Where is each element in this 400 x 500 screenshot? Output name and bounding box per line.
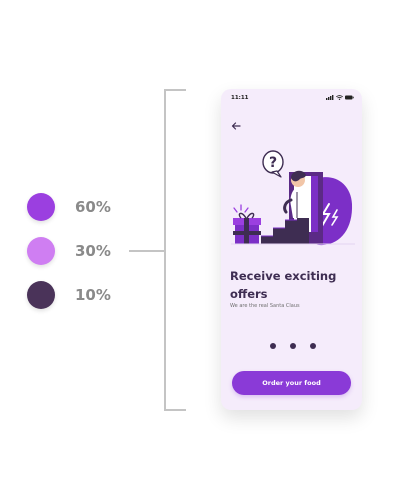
pager-dot-2[interactable] bbox=[290, 343, 296, 349]
bracket-horizontal-connector bbox=[129, 250, 164, 252]
pager-dot-1[interactable] bbox=[270, 343, 276, 349]
onboarding-title: Receive exciting offers bbox=[230, 269, 337, 301]
swatch-primary-percent: 60% bbox=[75, 198, 111, 216]
bracket-vertical-line bbox=[164, 89, 166, 411]
order-food-button[interactable]: Order your food bbox=[232, 371, 351, 395]
person-body bbox=[290, 185, 311, 218]
pager-dot-3[interactable] bbox=[310, 343, 316, 349]
swatch-tertiary bbox=[27, 281, 55, 309]
swatch-secondary bbox=[27, 237, 55, 265]
palette-row-tertiary: 10% bbox=[27, 281, 111, 309]
signal-icon bbox=[326, 95, 334, 100]
gift-ribbon-horizontal bbox=[233, 231, 261, 235]
onboarding-subtitle: We are the real Santa Claus bbox=[230, 303, 300, 309]
pager-dots bbox=[270, 343, 316, 349]
sparkle bbox=[233, 204, 249, 213]
swatch-primary bbox=[27, 193, 55, 221]
status-icons bbox=[326, 95, 354, 100]
door-panel bbox=[311, 176, 318, 232]
phone-mockup: 11:11 ? Receive exciting offers We are t… bbox=[221, 89, 362, 410]
onboarding-illustration: ? bbox=[231, 150, 355, 246]
wifi-icon bbox=[336, 95, 343, 100]
status-bar: 11:11 bbox=[221, 89, 362, 107]
back-arrow-icon[interactable] bbox=[230, 120, 242, 132]
design-canvas: 60% 30% 10% 11:11 ? Receive exciting off… bbox=[0, 0, 400, 500]
bracket-bottom-tick bbox=[164, 409, 186, 411]
swatch-tertiary-percent: 10% bbox=[75, 286, 111, 304]
swatch-secondary-percent: 30% bbox=[75, 242, 111, 260]
gift-bow bbox=[238, 212, 255, 219]
battery-icon bbox=[345, 95, 354, 100]
palette-row-secondary: 30% bbox=[27, 237, 111, 265]
bracket-top-tick bbox=[164, 89, 186, 91]
question-bubble-tail bbox=[271, 170, 282, 178]
palette-row-primary: 60% bbox=[27, 193, 111, 221]
status-time: 11:11 bbox=[231, 95, 249, 101]
question-mark-icon: ? bbox=[269, 155, 277, 171]
